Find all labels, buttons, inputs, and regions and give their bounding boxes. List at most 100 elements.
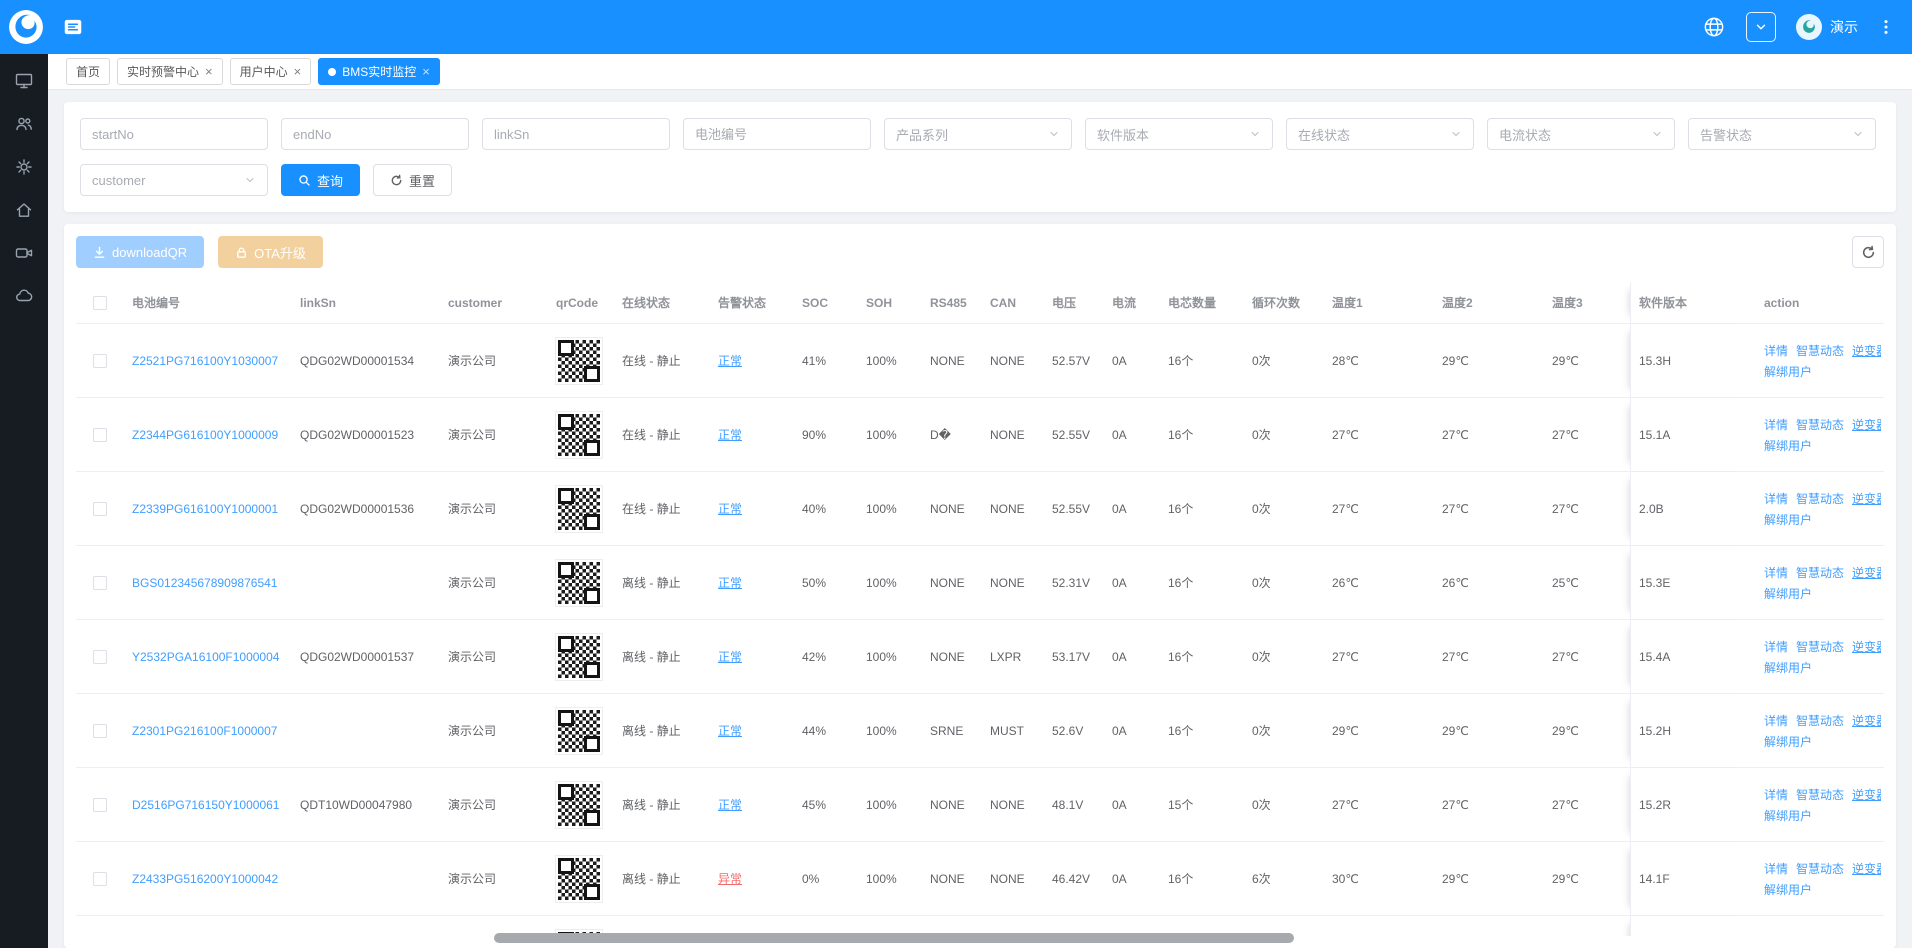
alarm-status-link[interactable]: 正常 bbox=[718, 426, 742, 443]
start-no-input[interactable] bbox=[80, 118, 268, 150]
alarm-status-link[interactable]: 正常 bbox=[718, 648, 742, 665]
smart-dynamic-action-link[interactable]: 智慧动态 bbox=[1796, 416, 1844, 433]
tab-user-center[interactable]: 用户中心 × bbox=[230, 58, 312, 85]
user-menu[interactable]: 演示 bbox=[1796, 14, 1858, 40]
row-checkbox[interactable] bbox=[93, 428, 107, 442]
smart-dynamic-action-link[interactable]: 智慧动态 bbox=[1796, 934, 1844, 937]
customer-select[interactable]: customer bbox=[80, 164, 268, 196]
smart-dynamic-action-link[interactable]: 智慧动态 bbox=[1796, 786, 1844, 803]
sidebar-item-cloud[interactable] bbox=[7, 283, 41, 309]
battery-id-link[interactable]: Z2344PG616100Y1000009 bbox=[132, 428, 278, 442]
qr-code-image[interactable] bbox=[556, 782, 602, 828]
unbind-user-action-link[interactable]: 解绑用户 bbox=[1764, 363, 1812, 380]
smart-dynamic-action-link[interactable]: 智慧动态 bbox=[1796, 860, 1844, 877]
inverter-action-link[interactable]: 逆变器 bbox=[1852, 342, 1881, 359]
qr-code-image[interactable] bbox=[556, 708, 602, 754]
unbind-user-action-link[interactable]: 解绑用户 bbox=[1764, 881, 1812, 898]
detail-action-link[interactable]: 详情 bbox=[1764, 786, 1788, 803]
detail-action-link[interactable]: 详情 bbox=[1764, 342, 1788, 359]
unbind-user-action-link[interactable]: 解绑用户 bbox=[1764, 733, 1812, 750]
qr-code-image[interactable] bbox=[556, 338, 602, 384]
qr-code-image[interactable] bbox=[556, 634, 602, 680]
current-status-select[interactable]: 电流状态 bbox=[1487, 118, 1675, 150]
smart-dynamic-action-link[interactable]: 智慧动态 bbox=[1796, 712, 1844, 729]
tab-realtime-warning-center[interactable]: 实时预警中心 × bbox=[117, 58, 223, 85]
qr-code-image[interactable] bbox=[556, 560, 602, 606]
battery-id-link[interactable]: Y2532PGA16100F1000004 bbox=[132, 650, 279, 664]
inverter-action-link[interactable]: 逆变器 bbox=[1852, 416, 1881, 433]
alarm-status-link[interactable]: 异常 bbox=[718, 870, 742, 887]
globe-icon[interactable] bbox=[1702, 15, 1726, 39]
alarm-status-link[interactable]: 正常 bbox=[718, 796, 742, 813]
inverter-action-link[interactable]: 逆变器 bbox=[1852, 638, 1881, 655]
row-checkbox[interactable] bbox=[93, 502, 107, 516]
battery-id-link[interactable]: D2516PG716150Y1000061 bbox=[132, 798, 279, 812]
qr-code-image[interactable] bbox=[556, 412, 602, 458]
product-series-select[interactable]: 产品系列 bbox=[884, 118, 1072, 150]
battery-id-link[interactable]: Z2301PG216100F1000007 bbox=[132, 724, 277, 738]
inverter-action-link[interactable]: 逆变器 bbox=[1852, 786, 1881, 803]
battery-id-link[interactable]: Z2339PG616100Y1000001 bbox=[132, 502, 278, 516]
row-checkbox[interactable] bbox=[93, 650, 107, 664]
row-checkbox[interactable] bbox=[93, 872, 107, 886]
detail-action-link[interactable]: 详情 bbox=[1764, 712, 1788, 729]
alarm-status-link[interactable]: 正常 bbox=[718, 574, 742, 591]
detail-action-link[interactable]: 详情 bbox=[1764, 564, 1788, 581]
layout-dropdown-button[interactable] bbox=[1746, 12, 1776, 42]
battery-id-link[interactable]: Z2433PG516200Y1000042 bbox=[132, 872, 278, 886]
tab-bms-realtime-monitor[interactable]: BMS实时监控 × bbox=[318, 58, 440, 85]
alarm-status-link[interactable]: 正常 bbox=[718, 500, 742, 517]
sidebar-item-users[interactable] bbox=[7, 111, 41, 137]
alarm-status-link[interactable]: 正常 bbox=[718, 722, 742, 739]
ota-upgrade-button[interactable]: OTA升级 bbox=[218, 236, 323, 268]
software-version-select[interactable]: 软件版本 bbox=[1085, 118, 1273, 150]
detail-action-link[interactable]: 详情 bbox=[1764, 638, 1788, 655]
link-sn-input[interactable] bbox=[482, 118, 670, 150]
unbind-user-action-link[interactable]: 解绑用户 bbox=[1764, 585, 1812, 602]
battery-id-link[interactable]: BGS012345678909876541 bbox=[132, 576, 277, 590]
tab-close-icon[interactable]: × bbox=[422, 65, 430, 78]
horizontal-scrollbar[interactable] bbox=[494, 933, 1294, 943]
detail-action-link[interactable]: 详情 bbox=[1764, 860, 1788, 877]
online-status-select[interactable]: 在线状态 bbox=[1286, 118, 1474, 150]
inverter-action-link[interactable]: 逆变器 bbox=[1852, 934, 1881, 937]
inverter-action-link[interactable]: 逆变器 bbox=[1852, 712, 1881, 729]
tab-close-icon[interactable]: × bbox=[294, 65, 302, 78]
battery-id-link[interactable]: Z2521PG716100Y1030007 bbox=[132, 354, 278, 368]
download-qr-button[interactable]: downloadQR bbox=[76, 236, 204, 268]
sidebar-item-monitor[interactable] bbox=[7, 68, 41, 94]
collapse-menu-icon[interactable] bbox=[62, 16, 84, 38]
end-no-input[interactable] bbox=[281, 118, 469, 150]
smart-dynamic-action-link[interactable]: 智慧动态 bbox=[1796, 490, 1844, 507]
unbind-user-action-link[interactable]: 解绑用户 bbox=[1764, 659, 1812, 676]
row-checkbox[interactable] bbox=[93, 354, 107, 368]
battery-no-input[interactable] bbox=[683, 118, 871, 150]
inverter-action-link[interactable]: 逆变器 bbox=[1852, 490, 1881, 507]
qr-code-image[interactable] bbox=[556, 856, 602, 902]
select-all-checkbox[interactable] bbox=[93, 296, 107, 310]
kebab-menu-icon[interactable] bbox=[1878, 18, 1894, 36]
smart-dynamic-action-link[interactable]: 智慧动态 bbox=[1796, 342, 1844, 359]
smart-dynamic-action-link[interactable]: 智慧动态 bbox=[1796, 564, 1844, 581]
inverter-action-link[interactable]: 逆变器 bbox=[1852, 564, 1881, 581]
tab-home[interactable]: 首页 bbox=[66, 58, 110, 85]
alarm-status-select[interactable]: 告警状态 bbox=[1688, 118, 1876, 150]
refresh-table-button[interactable] bbox=[1852, 236, 1884, 268]
sidebar-item-settings[interactable] bbox=[7, 154, 41, 180]
detail-action-link[interactable]: 详情 bbox=[1764, 490, 1788, 507]
sidebar-item-home[interactable] bbox=[7, 197, 41, 223]
unbind-user-action-link[interactable]: 解绑用户 bbox=[1764, 511, 1812, 528]
inverter-action-link[interactable]: 逆变器 bbox=[1852, 860, 1881, 877]
alarm-status-link[interactable]: 正常 bbox=[718, 352, 742, 369]
row-checkbox[interactable] bbox=[93, 798, 107, 812]
row-checkbox[interactable] bbox=[93, 724, 107, 738]
smart-dynamic-action-link[interactable]: 智慧动态 bbox=[1796, 638, 1844, 655]
unbind-user-action-link[interactable]: 解绑用户 bbox=[1764, 807, 1812, 824]
sidebar-item-camera[interactable] bbox=[7, 240, 41, 266]
detail-action-link[interactable]: 详情 bbox=[1764, 416, 1788, 433]
unbind-user-action-link[interactable]: 解绑用户 bbox=[1764, 437, 1812, 454]
qr-code-image[interactable] bbox=[556, 486, 602, 532]
row-checkbox[interactable] bbox=[93, 576, 107, 590]
detail-action-link[interactable]: 详情 bbox=[1764, 934, 1788, 937]
reset-button[interactable]: 重置 bbox=[373, 164, 452, 196]
